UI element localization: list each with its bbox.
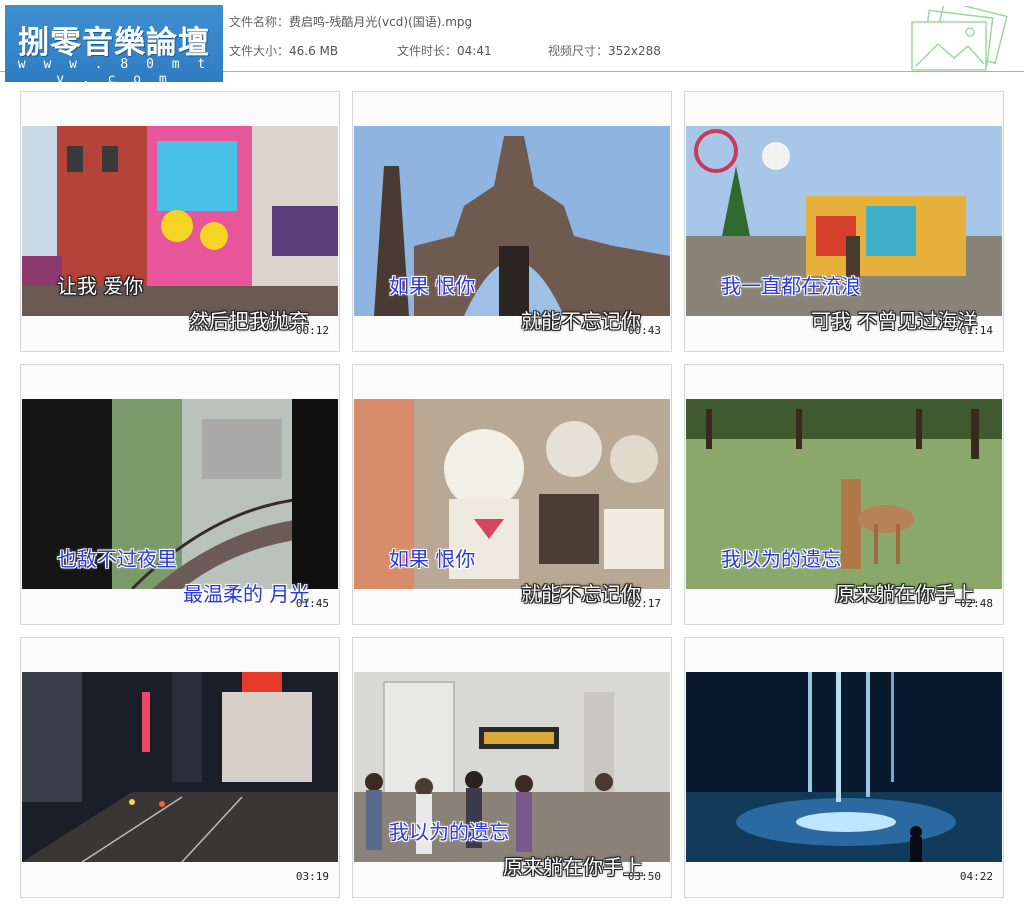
thumbnail-timestamp: 03:19 xyxy=(295,870,329,883)
forum-logo: 捌零音樂論壇 w w w . 8 0 m t v . c o m xyxy=(5,5,223,87)
subtitle-line-1: 如果 恨你 xyxy=(389,274,476,298)
thumbnail-8[interactable]: 我以为的遗忘 原来躺在你手上 03:50 xyxy=(352,637,672,898)
thumbnail-9[interactable]: 04:22 xyxy=(684,637,1004,898)
file-name-value: 费启鸣-残酷月光(vcd)(国语).mpg xyxy=(289,15,473,29)
thumbnail-3[interactable]: 我一直都在流浪 可我 不曾见过海洋 01:14 xyxy=(684,91,1004,352)
file-name-info: 文件名称：费启鸣-残酷月光(vcd)(国语).mpg xyxy=(229,13,472,30)
photo-stack-icon xyxy=(911,6,1008,71)
subtitle-line-2: 可我 不曾见过海洋 xyxy=(811,309,978,333)
subtitle-line-1: 我以为的遗忘 xyxy=(721,547,841,571)
thumbnail-5[interactable]: 如果 恨你 就能不忘记你 02:17 xyxy=(352,364,672,625)
subtitle-line-1: 我一直都在流浪 xyxy=(721,274,861,298)
thumbnail-4[interactable]: 也敌不过夜里 最温柔的 月光 01:45 xyxy=(20,364,340,625)
thumbnail-7[interactable]: 03:19 xyxy=(20,637,340,898)
thumbnail-timestamp: 01:14 xyxy=(959,324,993,337)
subtitle-line-2: 就能不忘记你 xyxy=(521,309,641,333)
video-dims-info: 视频尺寸：352x288 xyxy=(548,42,661,59)
thumbnail-timestamp: 00:12 xyxy=(295,324,329,337)
thumbnail-timestamp: 02:48 xyxy=(959,597,993,610)
subtitle-line-1: 也敌不过夜里 xyxy=(57,547,177,571)
thumbnail-timestamp: 03:50 xyxy=(627,870,661,883)
thumbnail-timestamp: 01:45 xyxy=(295,597,329,610)
subtitle-line-2: 就能不忘记你 xyxy=(521,582,641,606)
logo-title: 捌零音樂論壇 xyxy=(18,25,210,61)
thumbnail-image xyxy=(22,672,338,862)
subtitle-line-2: 然后把我抛弃 xyxy=(189,309,309,333)
file-duration-value: 04:41 xyxy=(457,44,492,58)
file-size-info: 文件大小：46.6 MB xyxy=(229,42,338,59)
subtitle-line-2: 原来躺在你手上 xyxy=(835,582,975,606)
file-size-value: 46.6 MB xyxy=(289,44,339,58)
thumbnail-timestamp: 04:22 xyxy=(959,870,993,883)
thumbnail-6[interactable]: 我以为的遗忘 原来躺在你手上 02:48 xyxy=(684,364,1004,625)
video-dims-value: 352x288 xyxy=(608,44,661,58)
logo-url: w w w . 8 0 m t v . c o m xyxy=(17,57,211,87)
subtitle-line-1: 让我 爱你 xyxy=(57,274,144,298)
thumbnail-image xyxy=(686,672,1002,862)
subtitle-line-2: 最温柔的 月光 xyxy=(183,582,310,606)
header: 捌零音樂論壇 w w w . 8 0 m t v . c o m 文件名称：费启… xyxy=(0,0,1024,87)
thumbnail-timestamp: 00:43 xyxy=(627,324,661,337)
file-duration-info: 文件时长：04:41 xyxy=(397,42,492,59)
file-size-label: 文件大小： xyxy=(229,44,290,58)
thumbnail-grid: 让我 爱你 然后把我抛弃 00:12 如果 恨你 就能不忘记你 00:43 我一… xyxy=(20,91,1004,898)
thumbnail-1[interactable]: 让我 爱你 然后把我抛弃 00:12 xyxy=(20,91,340,352)
subtitle-line-1: 如果 恨你 xyxy=(389,547,476,571)
video-dims-label: 视频尺寸： xyxy=(548,44,609,58)
file-duration-label: 文件时长： xyxy=(397,44,458,58)
thumbnail-timestamp: 02:17 xyxy=(627,597,661,610)
subtitle-line-1: 我以为的遗忘 xyxy=(389,820,509,844)
thumbnail-2[interactable]: 如果 恨你 就能不忘记你 00:43 xyxy=(352,91,672,352)
file-name-label: 文件名称： xyxy=(229,15,290,29)
subtitle-line-2: 原来躺在你手上 xyxy=(503,855,643,879)
